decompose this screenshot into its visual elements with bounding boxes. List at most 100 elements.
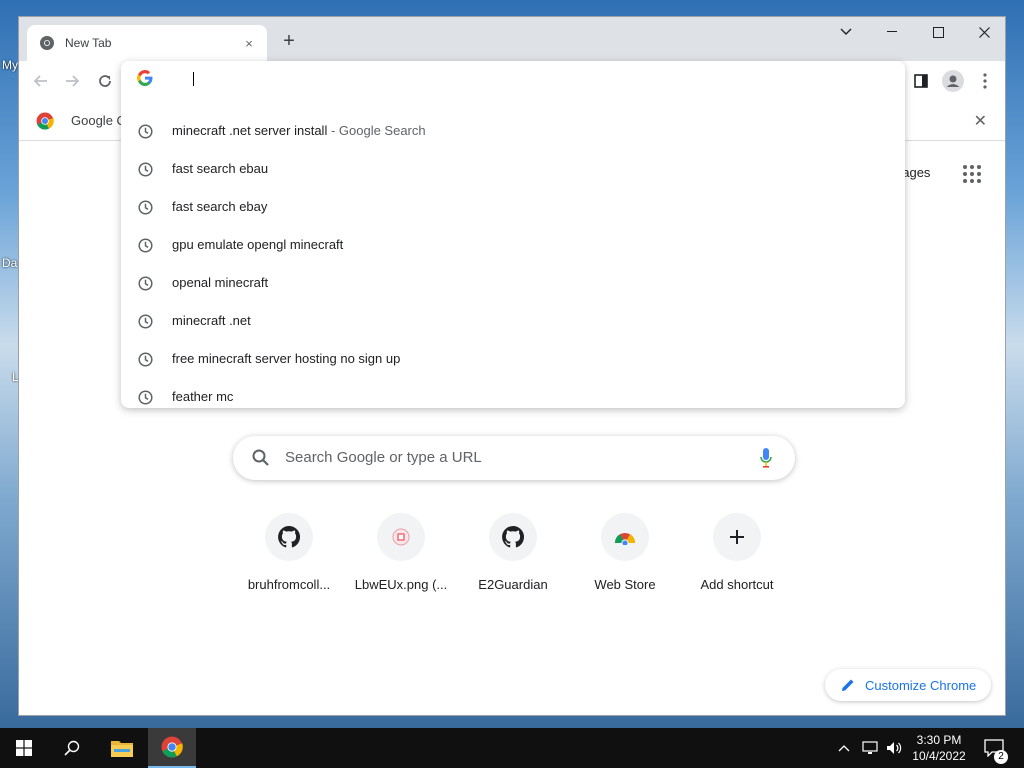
customize-label: Customize Chrome	[865, 677, 977, 693]
close-icon	[978, 26, 990, 38]
suggestion-text: fast search ebau	[172, 161, 269, 176]
tab-close-button[interactable]: ×	[241, 36, 257, 51]
side-panel-icon	[914, 74, 928, 88]
network-button[interactable]	[862, 728, 878, 768]
chrome-logo-icon	[161, 736, 183, 758]
history-clock-icon	[138, 390, 153, 405]
search-icon	[252, 449, 269, 466]
tab-new-tab[interactable]: New Tab ×	[27, 25, 267, 61]
ntp-search-box[interactable]: Search Google or type a URL	[233, 436, 795, 480]
suggestion-text: gpu emulate opengl minecraft	[172, 237, 344, 252]
tab-search-button[interactable]	[823, 17, 869, 47]
suggestion-text: minecraft .net server install	[172, 123, 328, 138]
google-apps-icon[interactable]	[963, 165, 983, 185]
shortcut-icon-wrap	[489, 513, 537, 561]
pencil-icon	[842, 679, 854, 691]
add-shortcut-tile[interactable]: Add shortcut	[681, 513, 793, 592]
history-clock-icon	[138, 200, 153, 215]
suggestion-item[interactable]: fast search ebau	[121, 150, 905, 188]
omnibox-dropdown: minecraft .net server install - Google S…	[121, 61, 905, 408]
reload-icon	[99, 75, 111, 87]
shortcut-icon-wrap	[377, 513, 425, 561]
suggestion-item[interactable]: free minecraft server hosting no sign up	[121, 340, 905, 378]
arrow-right-icon	[66, 75, 80, 87]
search-placeholder: Search Google or type a URL	[285, 449, 482, 466]
shortcut-label: Add shortcut	[700, 577, 774, 592]
shortcut-icon-wrap	[601, 513, 649, 561]
customize-chrome-button[interactable]: Customize Chrome	[825, 669, 991, 701]
suggestion-item[interactable]: openal minecraft	[121, 264, 905, 302]
profile-button[interactable]	[939, 67, 967, 95]
suggestion-item[interactable]: fast search ebay	[121, 188, 905, 226]
shortcut-label: bruhfromcoll...	[247, 577, 331, 592]
shortcut-label: Web Store	[594, 577, 656, 592]
maximize-button[interactable]	[915, 17, 961, 47]
network-icon	[862, 741, 878, 754]
arrow-left-icon	[33, 75, 47, 87]
suggestion-item[interactable]: minecraft .net server install - Google S…	[121, 112, 905, 150]
taskbar-search-button[interactable]	[48, 728, 96, 768]
shortcut-tile[interactable]: bruhfromcoll...	[233, 513, 345, 592]
chrome-taskbar-button[interactable]	[148, 728, 196, 768]
file-explorer-button[interactable]	[98, 728, 146, 768]
suggestion-item[interactable]: gpu emulate opengl minecraft	[121, 226, 905, 264]
suggestion-suffix: - Google Search	[327, 123, 426, 138]
forward-button[interactable]	[58, 67, 86, 95]
bookmark-item[interactable]: Google C	[71, 113, 126, 128]
back-button[interactable]	[27, 67, 55, 95]
text-cursor	[193, 72, 194, 86]
clock-time: 3:30 PM	[916, 733, 962, 747]
github-icon	[278, 526, 301, 548]
suggestion-item[interactable]: feather mc	[121, 378, 905, 416]
shortcut-tile[interactable]: Web Store	[569, 513, 681, 592]
shortcut-icon-wrap	[265, 513, 313, 561]
shortcut-tile[interactable]: E2Guardian	[457, 513, 569, 592]
image-icon	[392, 528, 410, 546]
suggestion-item[interactable]: minecraft .net	[121, 302, 905, 340]
speaker-icon	[887, 742, 902, 754]
volume-button[interactable]	[886, 728, 902, 768]
plus-icon	[730, 530, 744, 544]
desktop-icon-label: Da	[2, 256, 18, 270]
search-icon	[64, 740, 80, 756]
desktop-icon-label: My	[2, 58, 18, 72]
chrome-tab-icon	[40, 36, 54, 50]
minimize-icon	[887, 31, 897, 32]
shortcut-icon-wrap	[713, 513, 761, 561]
suggestion-text: feather mc	[172, 389, 234, 404]
shortcut-tile[interactable]: LbwEUx.png (...	[345, 513, 457, 592]
kebab-menu-icon	[983, 73, 987, 89]
shortcut-label: LbwEUx.png (...	[354, 577, 448, 592]
webstore-icon	[614, 533, 636, 545]
chrome-window: New Tab × + Google C ✕ nages Search Goog…	[18, 16, 1006, 716]
history-clock-icon	[138, 314, 153, 329]
chevron-down-icon	[840, 28, 852, 35]
folder-icon	[111, 741, 133, 757]
taskbar: 3:30 PM 10/4/2022 2	[0, 728, 1024, 768]
google-g-icon	[137, 70, 153, 86]
history-clock-icon	[138, 162, 153, 177]
chrome-logo-icon	[36, 112, 54, 130]
history-clock-icon	[138, 238, 153, 253]
maximize-icon	[932, 26, 944, 38]
minimize-button[interactable]	[869, 17, 915, 47]
history-clock-icon	[138, 352, 153, 367]
microphone-icon[interactable]	[759, 447, 773, 469]
start-button[interactable]	[0, 728, 48, 768]
windows-logo-icon	[16, 740, 32, 756]
menu-button[interactable]	[971, 67, 999, 95]
clock-date: 10/4/2022	[912, 749, 966, 763]
system-clock[interactable]: 3:30 PM 10/4/2022	[908, 732, 970, 764]
chevron-up-icon	[838, 745, 850, 752]
reload-button[interactable]	[91, 67, 119, 95]
notification-count-badge: 2	[994, 750, 1008, 764]
avatar-icon	[942, 70, 964, 92]
new-tab-button[interactable]: +	[277, 29, 301, 53]
show-hidden-icons-button[interactable]	[838, 728, 850, 768]
infobar-close-button[interactable]: ✕	[974, 111, 987, 131]
side-panel-button[interactable]	[907, 67, 935, 95]
close-window-button[interactable]	[961, 17, 1005, 47]
suggestion-text: fast search ebay	[172, 199, 268, 214]
omnibox-input[interactable]	[121, 61, 905, 95]
tab-strip: New Tab × +	[19, 17, 1005, 61]
